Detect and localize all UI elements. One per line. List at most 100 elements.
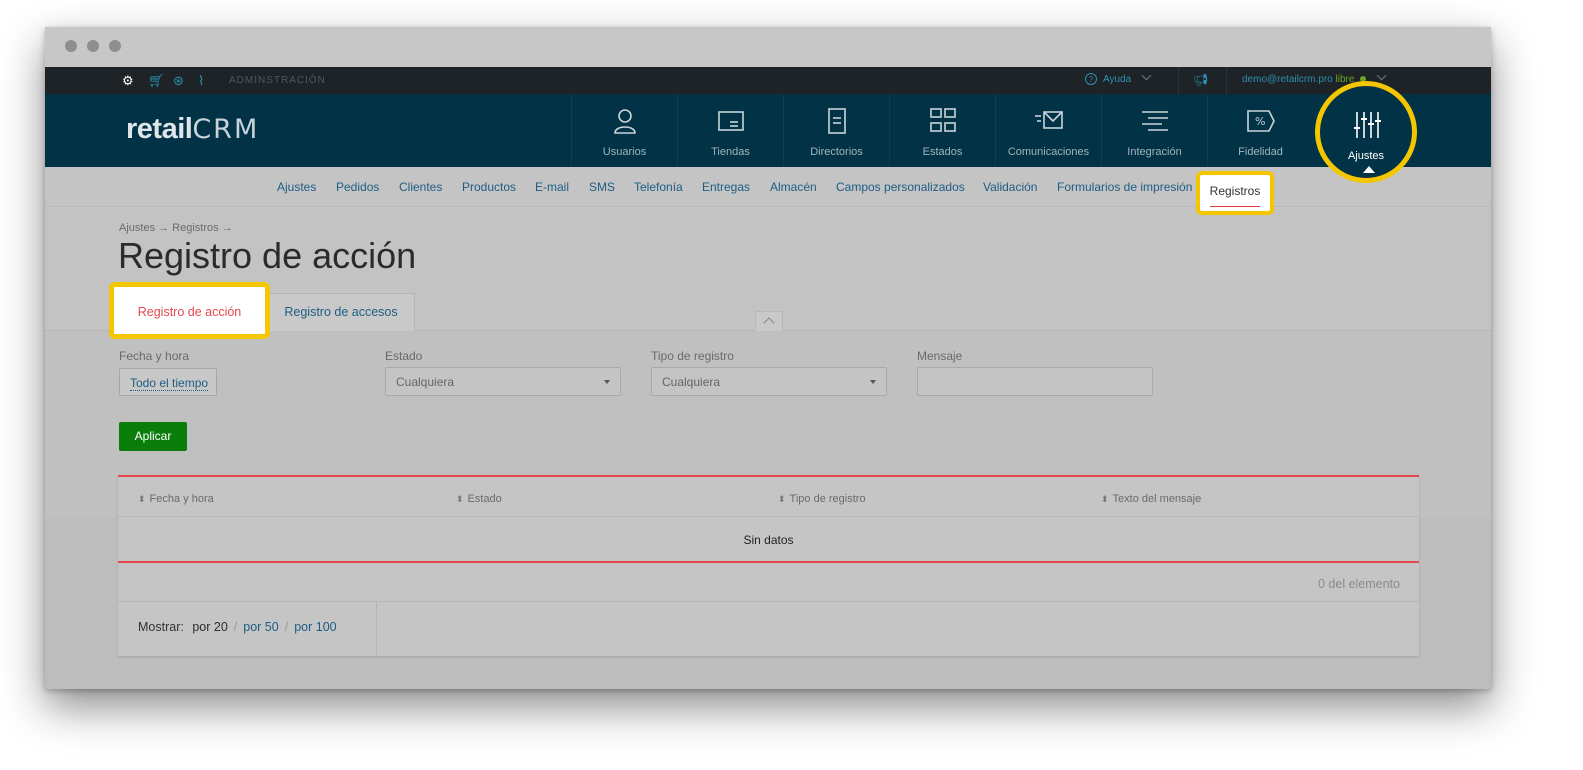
column-header-label: Tipo de registro — [789, 493, 866, 505]
help-icon: ? — [1085, 73, 1097, 85]
status-icon — [929, 108, 956, 132]
sort-icon: ⬍ — [456, 494, 464, 504]
subnav-registros[interactable]: Registros — [1196, 171, 1274, 215]
settings-sliders-icon — [1354, 112, 1381, 138]
nav-directorios[interactable]: Directorios — [783, 94, 889, 167]
subnav-productos[interactable]: Productos — [462, 180, 516, 194]
nav-integracion[interactable]: Integración — [1101, 94, 1207, 167]
loyalty-icon: % — [1246, 110, 1275, 132]
chevron-up-icon — [763, 317, 775, 329]
store-icon — [717, 111, 744, 131]
empty-state-text: Sin datos — [743, 533, 794, 547]
subnav-campos-personalizados[interactable]: Campos personalizados — [836, 180, 965, 194]
tab-registro-accesos[interactable]: Registro de accesos — [267, 293, 415, 331]
page-size-100[interactable]: por 100 — [294, 620, 336, 634]
message-filter-label: Mensaje — [917, 349, 963, 363]
message-input[interactable] — [917, 367, 1153, 396]
pager-separator: / — [284, 620, 289, 634]
megaphone-icon[interactable]: 📢︎ — [1193, 73, 1208, 87]
column-header-fecha[interactable]: ⬍ Fecha y hora — [138, 493, 214, 505]
active-caret-icon — [1363, 166, 1375, 173]
subnav-almacen[interactable]: Almacén — [770, 180, 817, 194]
header-divider — [118, 516, 1419, 517]
main-header: retailCRM Usuarios Tiendas Directorios E… — [45, 94, 1491, 167]
column-header-texto[interactable]: ⬍ Texto del mensaje — [1101, 493, 1201, 505]
type-select-value: Cualquiera — [662, 375, 721, 389]
date-filter-value: Todo el tiempo — [130, 376, 209, 391]
subnav-clientes[interactable]: Clientes — [399, 180, 442, 194]
nav-label: Fidelidad — [1238, 146, 1283, 158]
nav-ajustes[interactable]: Ajustes — [1315, 81, 1417, 183]
help-menu[interactable]: ? Ayuda — [1085, 70, 1152, 85]
window-titlebar — [45, 27, 1491, 67]
user-icon — [613, 109, 636, 134]
window-minimize-dot[interactable] — [87, 40, 99, 52]
communication-icon — [1034, 111, 1063, 129]
gear-icon[interactable]: ⚙ — [122, 73, 134, 88]
column-header-estado[interactable]: ⬍ Estado — [456, 493, 502, 505]
collapse-filters-button[interactable] — [755, 311, 783, 331]
topbar-divider — [1226, 67, 1227, 94]
pager-separator: / — [233, 620, 238, 634]
user-email: demo@retailcrm.pro — [1242, 74, 1333, 85]
page-size-pager: Mostrar: por 20 / por 50 / por 100 — [138, 620, 337, 634]
analytics-icon[interactable]: ⌇ — [198, 73, 204, 88]
window-maximize-dot[interactable] — [109, 40, 121, 52]
subnav-telefonia[interactable]: Telefonía — [634, 180, 683, 194]
column-header-tipo[interactable]: ⬍ Tipo de registro — [778, 493, 866, 505]
settings-subnav: Ajustes Pedidos Clientes Productos E-mai… — [45, 167, 1491, 207]
dropdown-arrow-icon — [870, 380, 876, 384]
pager-vertical-divider — [376, 602, 377, 656]
subnav-email[interactable]: E-mail — [535, 180, 569, 194]
window-close-dot[interactable] — [65, 40, 77, 52]
subnav-registros-label: Registros — [1209, 184, 1261, 198]
retailcrm-logo[interactable]: retailCRM — [126, 113, 259, 146]
topbar-divider — [1178, 67, 1179, 94]
item-count: 0 del elemento — [1317, 577, 1400, 591]
apply-button[interactable]: Aplicar — [119, 422, 187, 451]
nav-estados[interactable]: Estados — [889, 94, 995, 167]
cart-icon[interactable]: 🛒︎ — [148, 73, 165, 88]
nav-fidelidad[interactable]: % Fidelidad — [1207, 94, 1313, 167]
nav-label: Ajustes — [1347, 150, 1385, 162]
page-title: Registro de acción — [118, 235, 417, 276]
help-label: Ayuda — [1103, 74, 1132, 85]
chevron-down-icon — [1376, 70, 1387, 81]
logo-text: retail — [126, 113, 193, 145]
status-select[interactable]: Cualquiera — [385, 367, 621, 396]
logo-crm: CRM — [192, 114, 260, 145]
breadcrumb[interactable]: Ajustes → Registros → — [119, 222, 233, 234]
active-underline — [1210, 206, 1260, 207]
nav-tiendas[interactable]: Tiendas — [677, 94, 783, 167]
status-select-value: Cualquiera — [396, 375, 455, 389]
subnav-ajustes[interactable]: Ajustes — [277, 180, 316, 194]
support-icon[interactable]: ⊛ — [173, 73, 184, 88]
column-header-label: Fecha y hora — [149, 493, 214, 505]
nav-label: Integración — [1127, 146, 1182, 158]
status-filter-label: Estado — [385, 349, 423, 363]
tab-registro-accion[interactable]: Registro de acción — [109, 282, 270, 339]
nav-label: Usuarios — [602, 146, 647, 158]
nav-usuarios[interactable]: Usuarios — [571, 94, 677, 167]
nav-label: Tiendas — [711, 146, 750, 158]
integration-icon — [1141, 111, 1168, 131]
tab-label: Registro de acción — [137, 305, 242, 319]
browser-window: ⚙ 🛒︎ ⊛ ⌇ ADMINSTRACIÓN ? Ayuda 📢︎ demo@re… — [45, 27, 1491, 689]
pager-divider — [118, 601, 1419, 602]
pager-label: Mostrar: — [138, 620, 184, 634]
admin-topbar: ⚙ 🛒︎ ⊛ ⌇ ADMINSTRACIÓN ? Ayuda 📢︎ demo@re… — [45, 67, 1491, 94]
nav-comunicaciones[interactable]: Comunicaciones — [995, 94, 1101, 167]
subnav-sms[interactable]: SMS — [589, 180, 615, 194]
subnav-validacion[interactable]: Validación — [983, 180, 1037, 194]
date-filter-button[interactable]: Todo el tiempo — [119, 368, 217, 396]
admin-label: ADMINSTRACIÓN — [229, 75, 326, 86]
subnav-entregas[interactable]: Entregas — [702, 180, 750, 194]
date-filter-label: Fecha y hora — [119, 349, 190, 363]
page-size-50[interactable]: por 50 — [243, 620, 278, 634]
type-select[interactable]: Cualquiera — [651, 367, 887, 396]
subnav-formularios-impresion[interactable]: Formularios de impresión — [1057, 180, 1192, 194]
sort-icon: ⬍ — [138, 494, 146, 504]
page-size-current: por 20 — [192, 620, 228, 634]
svg-text:%: % — [1255, 115, 1265, 128]
subnav-pedidos[interactable]: Pedidos — [336, 180, 379, 194]
